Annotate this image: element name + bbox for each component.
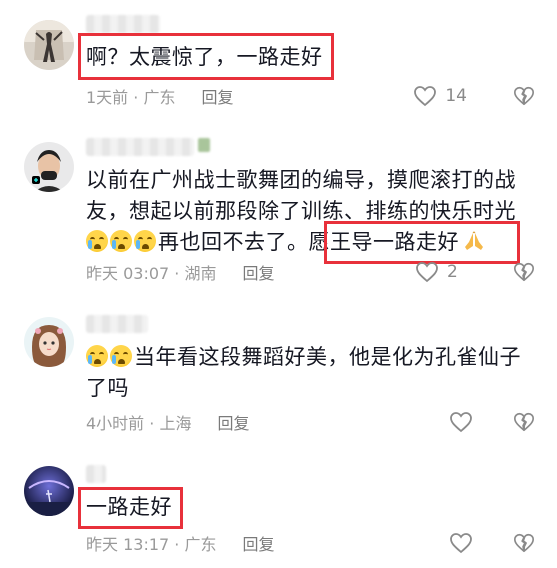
loudly-crying-face-icon [110, 230, 132, 252]
heart-outline-icon [450, 412, 472, 433]
reply-button[interactable]: 回复 [243, 531, 275, 555]
like-count: 2 [447, 262, 458, 282]
username-blurred[interactable] [86, 315, 148, 333]
avatar[interactable] [24, 317, 74, 367]
broken-heart-icon [514, 412, 534, 432]
loudly-crying-face-icon [110, 345, 132, 367]
username-blurred[interactable] [86, 15, 160, 33]
avatar[interactable] [24, 20, 74, 70]
comment-text: 当年看这段舞蹈好美，他是化为孔雀仙子了吗 [86, 345, 521, 400]
broken-heart-icon [514, 262, 534, 282]
highlight-box [78, 487, 183, 529]
user-badge [198, 138, 210, 152]
comment-meta: 昨天 03:07 · 湖南 回复 [86, 261, 275, 283]
like-count: 14 [445, 86, 467, 106]
username-blurred[interactable] [86, 465, 106, 483]
reply-button[interactable]: 回复 [201, 84, 233, 108]
heart-outline-icon [416, 262, 438, 283]
highlight-box [78, 33, 334, 80]
comment-meta: 4小时前 · 上海 回复 [86, 411, 250, 433]
loudly-crying-face-icon [86, 230, 108, 252]
heart-outline-icon [450, 533, 472, 554]
reply-button[interactable]: 回复 [217, 410, 249, 434]
dislike-button[interactable] [513, 261, 535, 283]
highlight-box [324, 221, 520, 264]
like-button[interactable]: 2 [415, 260, 467, 284]
username-blurred[interactable] [86, 138, 194, 156]
like-button[interactable]: 14 [413, 84, 467, 108]
dislike-button[interactable] [513, 532, 535, 554]
avatar[interactable] [24, 466, 74, 516]
reply-button[interactable]: 回复 [243, 260, 275, 284]
avatar[interactable] [24, 142, 74, 192]
comment-meta: 1天前 · 广东 回复 [86, 85, 234, 107]
like-button[interactable] [449, 531, 473, 555]
comment-meta: 昨天 13:17 · 广东 回复 [86, 532, 275, 554]
loudly-crying-face-icon [134, 230, 156, 252]
broken-heart-icon [514, 533, 534, 553]
heart-outline-icon [414, 86, 437, 107]
loudly-crying-face-icon [86, 345, 108, 367]
dislike-button[interactable] [513, 85, 535, 107]
broken-heart-icon [514, 86, 534, 106]
dislike-button[interactable] [513, 411, 535, 433]
like-button[interactable] [449, 410, 473, 434]
